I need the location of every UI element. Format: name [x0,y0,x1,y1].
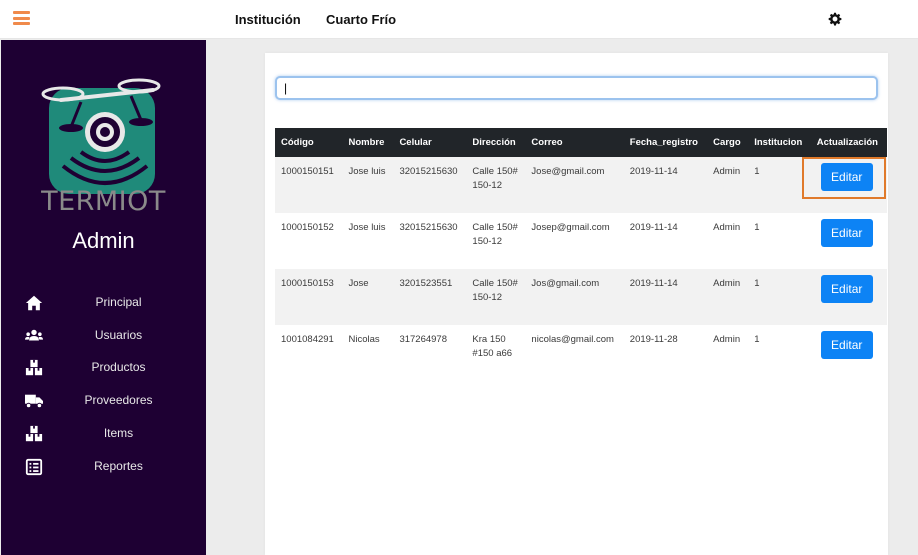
sidebar-item-label: Productos [91,360,146,374]
cell-cargo: Admin [713,334,741,345]
cell-cargo: Admin [713,166,741,177]
cell-direccion: Calle 150# 150-12 [472,278,518,303]
column-header-cargo: Cargo [707,128,749,157]
column-header-correo: Correo [525,128,624,157]
cell-nombre: Jose [348,278,369,289]
sidebar-item-reportes[interactable]: Reportes [1,454,206,480]
cell-cargo: Admin [713,278,741,289]
cell-direccion: Calle 150# 150-12 [472,166,518,191]
cell-actualizacion: Editar [811,157,887,213]
sidebar-item-proveedores[interactable]: Proveedores [1,388,206,414]
home-icon [25,295,43,311]
cell-correo: nicolas@gmail.com [531,334,614,345]
truck-icon [25,394,43,409]
cell-celular: 317264978 [399,334,447,345]
logo-wordmark: TERMIOT [41,186,166,217]
cell-actualizacion: Editar [811,269,887,325]
cell-direccion: Calle 150# 150-12 [472,222,518,247]
boxes-icon [25,359,43,376]
cell-codigo: 1000150152 [281,222,334,233]
column-header-codigo: Código [275,128,343,157]
cell-codigo: 1000150153 [281,278,334,289]
table-row: 1000150152 Jose luis 32015215630 Calle 1… [275,213,887,269]
column-header-celular: Celular [393,128,467,157]
users-icon [25,329,43,341]
table-row: 1000150153 Jose 3201523551 Calle 150# 15… [275,269,887,325]
cell-correo: Josep@gmail.com [531,222,610,233]
sidebar-item-productos[interactable]: Productos [1,355,206,381]
edit-button[interactable]: Editar [820,275,873,303]
cell-institucion: 1 [754,278,760,289]
cell-cargo: Admin [713,222,741,233]
cell-actualizacion: Editar [811,213,887,269]
sidebar-item-label: Proveedores [84,393,153,407]
cell-institucion: 1 [754,222,760,233]
report-icon [25,458,43,476]
sidebar-item-label: Reportes [94,459,143,473]
cell-institucion: 1 [754,334,760,345]
cell-nombre: Jose luis [348,166,386,177]
cell-codigo: 1000150151 [281,166,334,177]
cell-correo: Jos@gmail.com [531,278,600,289]
main-content-card: Código Nombre Celular Dirección Correo F… [265,53,888,555]
cell-nombre: Jose luis [348,222,386,233]
column-header-actualizacion: Actualización [810,128,887,157]
top-navbar: Institución Cuarto Frío [0,0,918,39]
column-header-direccion: Dirección [466,128,526,157]
sidebar-item-label: Principal [95,295,142,309]
table-row: 1000150151 Jose luis 32015215630 Calle 1… [275,157,887,213]
edit-button[interactable]: Editar [820,163,873,191]
cell-codigo: 1001084291 [281,334,334,345]
cell-direccion: Kra 150 #150 a66 [472,334,513,359]
column-header-fecha-registro: Fecha_registro [623,128,708,157]
sidebar-item-usuarios[interactable]: Usuarios [1,323,206,349]
nav-cuarto-frio-link[interactable]: Cuarto Frío [326,12,396,27]
cell-celular: 32015215630 [399,166,458,177]
cell-institucion: 1 [754,166,760,177]
cell-celular: 3201523551 [399,278,453,289]
table-header-row: Código Nombre Celular Dirección Correo F… [275,128,887,157]
users-table: Código Nombre Celular Dirección Correo F… [275,128,887,381]
sidebar: TERMIOT Admin Principal Usuarios Product… [1,40,206,555]
column-header-institucion: Institucion [748,128,811,157]
gear-icon[interactable] [828,12,842,26]
cell-fecha-registro: 2019-11-14 [629,166,678,177]
column-header-nombre: Nombre [342,128,394,157]
cell-nombre: Nicolas [348,334,380,345]
sidebar-item-label: Items [103,426,134,440]
cell-correo: Jose@gmail.com [531,166,605,177]
sidebar-item-label: Usuarios [94,328,143,342]
nav-institucion-link[interactable]: Institución [235,12,301,27]
cell-celular: 32015215630 [399,222,458,233]
cell-fecha-registro: 2019-11-14 [629,278,678,289]
edit-button[interactable]: Editar [820,219,873,247]
sidebar-item-principal[interactable]: Principal [1,290,206,316]
cell-fecha-registro: 2019-11-14 [629,222,678,233]
hamburger-menu-icon[interactable] [13,11,30,25]
cell-fecha-registro: 2019-11-28 [629,334,678,345]
sidebar-item-items[interactable]: Items [1,421,206,447]
boxes-icon [25,425,43,442]
search-input[interactable] [275,76,878,100]
table-row: 1001084291 Nicolas 317264978 Kra 150 #15… [275,325,887,381]
edit-button[interactable]: Editar [820,331,873,359]
user-role-title: Admin [72,228,135,253]
cell-actualizacion: Editar [811,325,887,381]
